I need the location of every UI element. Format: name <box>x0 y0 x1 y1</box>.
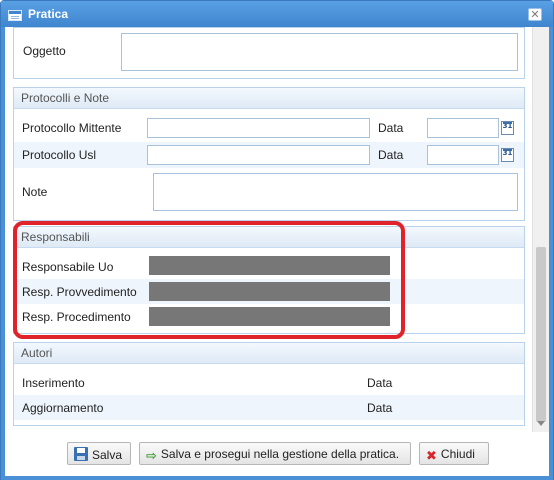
salva-prosegui-button[interactable]: ⇨ Salva e prosegui nella gestione della p… <box>139 442 411 465</box>
inserimento-data-label: Data <box>367 376 393 390</box>
title-bar[interactable]: Pratica ✕ <box>1 1 553 27</box>
salva-button[interactable]: Salva <box>67 442 131 465</box>
resp-provvedimento-row: Resp. Provvedimento <box>14 279 524 304</box>
window-title: Pratica <box>28 7 69 21</box>
salva-prosegui-label: Salva e prosegui nella gestione della pr… <box>160 447 400 461</box>
pratica-dialog: Pratica ✕ Oggetto Protocolli e Note Prot… <box>0 0 554 480</box>
form-scroll-area: Oggetto Protocolli e Note Protocollo Mit… <box>5 27 537 432</box>
scrollbar-thumb[interactable] <box>536 247 546 422</box>
inserimento-label: Inserimento <box>22 376 85 390</box>
note-field[interactable] <box>153 173 518 211</box>
oggetto-label: Oggetto <box>23 44 66 58</box>
data-label-usl: Data <box>378 148 404 162</box>
protocollo-usl-input[interactable] <box>147 145 370 165</box>
dialog-content: Oggetto Protocolli e Note Protocollo Mit… <box>5 27 549 476</box>
responsabile-uo-row: Responsabile Uo <box>14 254 524 279</box>
data-input-usl[interactable] <box>427 145 499 165</box>
resp-procedimento-label: Resp. Procedimento <box>22 310 131 324</box>
inserimento-row: Inserimento Data <box>14 370 524 395</box>
protocollo-usl-label: Protocollo Usl <box>22 148 97 162</box>
window-bottom-border <box>1 476 553 480</box>
red-x-icon: ✖ <box>426 449 437 464</box>
protocollo-usl-row: Protocollo Usl Data 31 <box>14 142 524 168</box>
chiudi-button[interactable]: ✖ Chiudi <box>419 442 489 465</box>
data-label-mittente: Data <box>378 121 404 135</box>
protocollo-mittente-input[interactable] <box>147 118 370 138</box>
protocolli-panel: Protocolli e Note Protocollo Mittente Da… <box>13 87 525 221</box>
form-window-icon <box>8 10 22 21</box>
note-row: Note <box>14 170 524 218</box>
scroll-down-icon[interactable] <box>537 421 545 426</box>
autori-panel: Autori Inserimento Data Aggiornamento Da… <box>13 342 525 426</box>
arrow-right-icon: ⇨ <box>146 449 157 464</box>
responsabili-header: Responsabili <box>14 227 524 248</box>
redacted-value <box>149 307 390 326</box>
data-input-mittente[interactable] <box>427 118 499 138</box>
close-icon[interactable]: ✕ <box>528 8 542 21</box>
protocollo-mittente-row: Protocollo Mittente Data 31 <box>14 115 524 141</box>
responsabili-panel: Responsabili Responsabile Uo Resp. Provv… <box>13 226 525 334</box>
resp-provvedimento-label: Resp. Provvedimento <box>22 285 137 299</box>
dialog-footer: Salva ⇨ Salva e prosegui nella gestione d… <box>5 432 549 476</box>
aggiornamento-data-label: Data <box>367 401 393 415</box>
protocolli-header: Protocolli e Note <box>14 88 524 109</box>
chiudi-button-label: Chiudi <box>440 447 475 461</box>
autori-header: Autori <box>14 343 524 364</box>
oggetto-panel: Oggetto <box>13 27 525 79</box>
resp-procedimento-row: Resp. Procedimento <box>14 304 524 329</box>
vertical-scrollbar[interactable] <box>532 27 549 432</box>
aggiornamento-row: Aggiornamento Data <box>14 395 524 420</box>
redacted-value <box>149 282 390 301</box>
calendar-icon[interactable]: 31 <box>501 121 514 135</box>
protocollo-mittente-label: Protocollo Mittente <box>22 121 122 135</box>
calendar-icon[interactable]: 31 <box>501 148 514 162</box>
aggiornamento-label: Aggiornamento <box>22 401 104 415</box>
oggetto-field[interactable] <box>121 33 518 71</box>
redacted-value <box>149 256 390 275</box>
salva-button-label: Salva <box>92 448 123 462</box>
responsabile-uo-label: Responsabile Uo <box>22 260 114 274</box>
floppy-disk-icon <box>74 447 88 461</box>
note-label: Note <box>22 185 48 199</box>
